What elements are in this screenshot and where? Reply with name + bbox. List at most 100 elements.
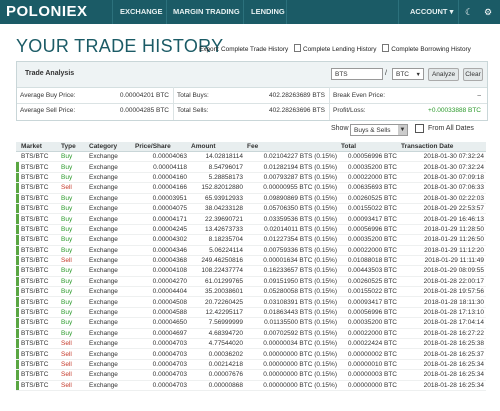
amount-cell: 8.54796017: [189, 161, 245, 173]
market-input[interactable]: BTS: [331, 68, 383, 80]
nav-lending[interactable]: LENDING: [251, 7, 285, 16]
table-row: BTS/BTC Buy Exchange 0.00004588 12.42295117 0…: [16, 307, 486, 319]
category-cell: Exchange: [87, 161, 133, 173]
table-row: BTS/BTC Buy Exchange 0.00003951 65.93912933 0…: [16, 193, 486, 204]
moon-icon[interactable]: ☾: [465, 7, 473, 18]
amount-cell: 38.04233128: [189, 203, 245, 215]
amount-cell: 108.22437774: [189, 265, 245, 277]
table-row: BTS/BTC Sell Exchange 0.00004703 0.00214218 0…: [16, 359, 486, 371]
total-cell: 0.00260525 BTC: [339, 193, 399, 204]
column-header[interactable]: Fee: [245, 142, 339, 152]
category-cell: Exchange: [87, 338, 133, 350]
total-sells-label: Total Sells:: [177, 107, 209, 114]
table-row: BTS/BTC Buy Exchange 0.00004404 35.20038601 0…: [16, 286, 486, 298]
total-cell: 0.00022000 BTC: [339, 172, 399, 184]
category-cell: Exchange: [87, 317, 133, 329]
column-header[interactable]: Market: [19, 142, 59, 152]
market-cell: BTS/BTC: [19, 307, 59, 319]
market-cell: BTS/BTC: [19, 317, 59, 329]
divider: [173, 87, 174, 120]
column-header[interactable]: Type: [59, 142, 87, 152]
fee-cell: 0.00793287 BTS (0.15%): [245, 172, 339, 184]
type-cell: Buy: [59, 265, 87, 277]
avg-sell-label: Average Sell Price:: [20, 107, 76, 114]
base-currency-value: BTC: [396, 71, 409, 78]
total-cell: 0.00035200 BTC: [339, 317, 399, 329]
nav-exchange[interactable]: EXCHANGE: [120, 7, 163, 16]
date-range-filter[interactable]: From All Dates: [428, 125, 474, 132]
amount-cell: 61.01299765: [189, 276, 245, 288]
poloniex-logo[interactable]: POLONIEX: [6, 3, 88, 20]
calendar-icon[interactable]: [415, 124, 424, 133]
price-cell: 0.00004703: [133, 380, 189, 392]
price-cell: 0.00003951: [133, 193, 189, 204]
fee-cell: 0.01227354 BTS (0.15%): [245, 234, 339, 246]
column-header[interactable]: Total: [339, 142, 399, 152]
amount-cell: 35.20038601: [189, 286, 245, 298]
show-type-select[interactable]: Buys & Sells ▼: [350, 124, 408, 136]
date-cell: 2018-01-29 22:53:57: [399, 203, 486, 215]
category-cell: Exchange: [87, 265, 133, 277]
type-cell: Buy: [59, 276, 87, 288]
date-cell: 2018-01-30 07:32:24: [399, 151, 486, 163]
amount-cell: 5.06224114: [189, 245, 245, 256]
account-menu[interactable]: ACCOUNT ▾: [410, 7, 453, 16]
clear-button[interactable]: Clear: [463, 68, 483, 81]
column-header[interactable]: Amount: [189, 142, 245, 152]
top-nav: POLONIEX EXCHANGE MARGIN TRADING LENDING…: [0, 0, 500, 24]
table-header-row: Market Type Category Price/Share Amount …: [16, 142, 486, 152]
nav-divider: [286, 0, 287, 24]
date-cell: 2018-01-28 19:57:56: [399, 286, 486, 298]
chevron-down-icon: ▼: [398, 125, 407, 135]
category-cell: Exchange: [87, 234, 133, 246]
category-cell: Exchange: [87, 203, 133, 215]
base-currency-select[interactable]: BTC ▼: [392, 68, 424, 80]
analyze-button[interactable]: Analyze: [428, 68, 459, 81]
type-cell: Buy: [59, 234, 87, 246]
column-header[interactable]: Transaction Date: [399, 142, 486, 152]
fee-cell: 0.00000000 BTC (0.15%): [245, 348, 339, 360]
category-cell: Exchange: [87, 296, 133, 308]
fee-cell: 0.00000034 BTC (0.15%): [245, 338, 339, 350]
nav-divider: [458, 0, 459, 24]
column-header[interactable]: Price/Share: [133, 142, 189, 152]
amount-cell: 5.28858173: [189, 172, 245, 184]
export-label: Export:: [199, 46, 220, 53]
type-cell: Buy: [59, 213, 87, 225]
fee-cell: 0.01135500 BTS (0.15%): [245, 317, 339, 329]
market-cell: BTS/BTC: [19, 328, 59, 340]
total-cell: 0.00056996 BTC: [339, 151, 399, 163]
total-cell: 0.00635693 BTC: [339, 182, 399, 194]
fee-cell: 0.00759336 BTS (0.15%): [245, 245, 339, 256]
table-row: BTS/BTC Buy Exchange 0.00004270 61.01299765 0…: [16, 276, 486, 288]
market-cell: BTS/BTC: [19, 203, 59, 215]
table-row: BTS/BTC Buy Exchange 0.00004118 8.54796017 0.…: [16, 161, 486, 173]
amount-cell: 7.56999999: [189, 317, 245, 329]
date-cell: 2018-01-29 11:11:49: [399, 255, 486, 267]
amount-cell: 65.93912933: [189, 193, 245, 204]
category-cell: Exchange: [87, 255, 133, 267]
type-cell: Sell: [59, 380, 87, 392]
fee-cell: 0.16233657 BTS (0.15%): [245, 265, 339, 277]
total-cell: 0.01088018 BTC: [339, 255, 399, 267]
amount-cell: 0.00036202: [189, 348, 245, 360]
export-trade-history-link[interactable]: Complete Trade History: [221, 46, 288, 53]
table-row: BTS/BTC Buy Exchange 0.00004160 5.28858173 0.…: [16, 172, 486, 184]
nav-margin-trading[interactable]: MARGIN TRADING: [173, 7, 240, 16]
column-header[interactable]: Category: [87, 142, 133, 152]
amount-cell: 152.82012880: [189, 182, 245, 194]
category-cell: Exchange: [87, 151, 133, 163]
break-even-label: Break Even Price:: [333, 92, 386, 99]
nav-divider: [398, 0, 399, 24]
date-cell: 2018-01-28 16:25:34: [399, 380, 486, 392]
gear-icon[interactable]: ⚙: [484, 7, 492, 18]
fee-cell: 0.00001634 BTC (0.15%): [245, 255, 339, 267]
trade-analysis-header: Trade Analysis BTS / BTC ▼ Analyze Clear: [17, 62, 487, 88]
avg-buy-value: 0.00004201 BTC: [119, 92, 169, 99]
total-cell: 0.00000003 BTC: [339, 369, 399, 381]
category-cell: Exchange: [87, 213, 133, 225]
export-borrowing-history-link[interactable]: Complete Borrowing History: [391, 46, 471, 53]
date-cell: 2018-01-29 11:12:20: [399, 245, 486, 256]
price-cell: 0.00004063: [133, 151, 189, 163]
export-lending-history-link[interactable]: Complete Lending History: [303, 46, 377, 53]
